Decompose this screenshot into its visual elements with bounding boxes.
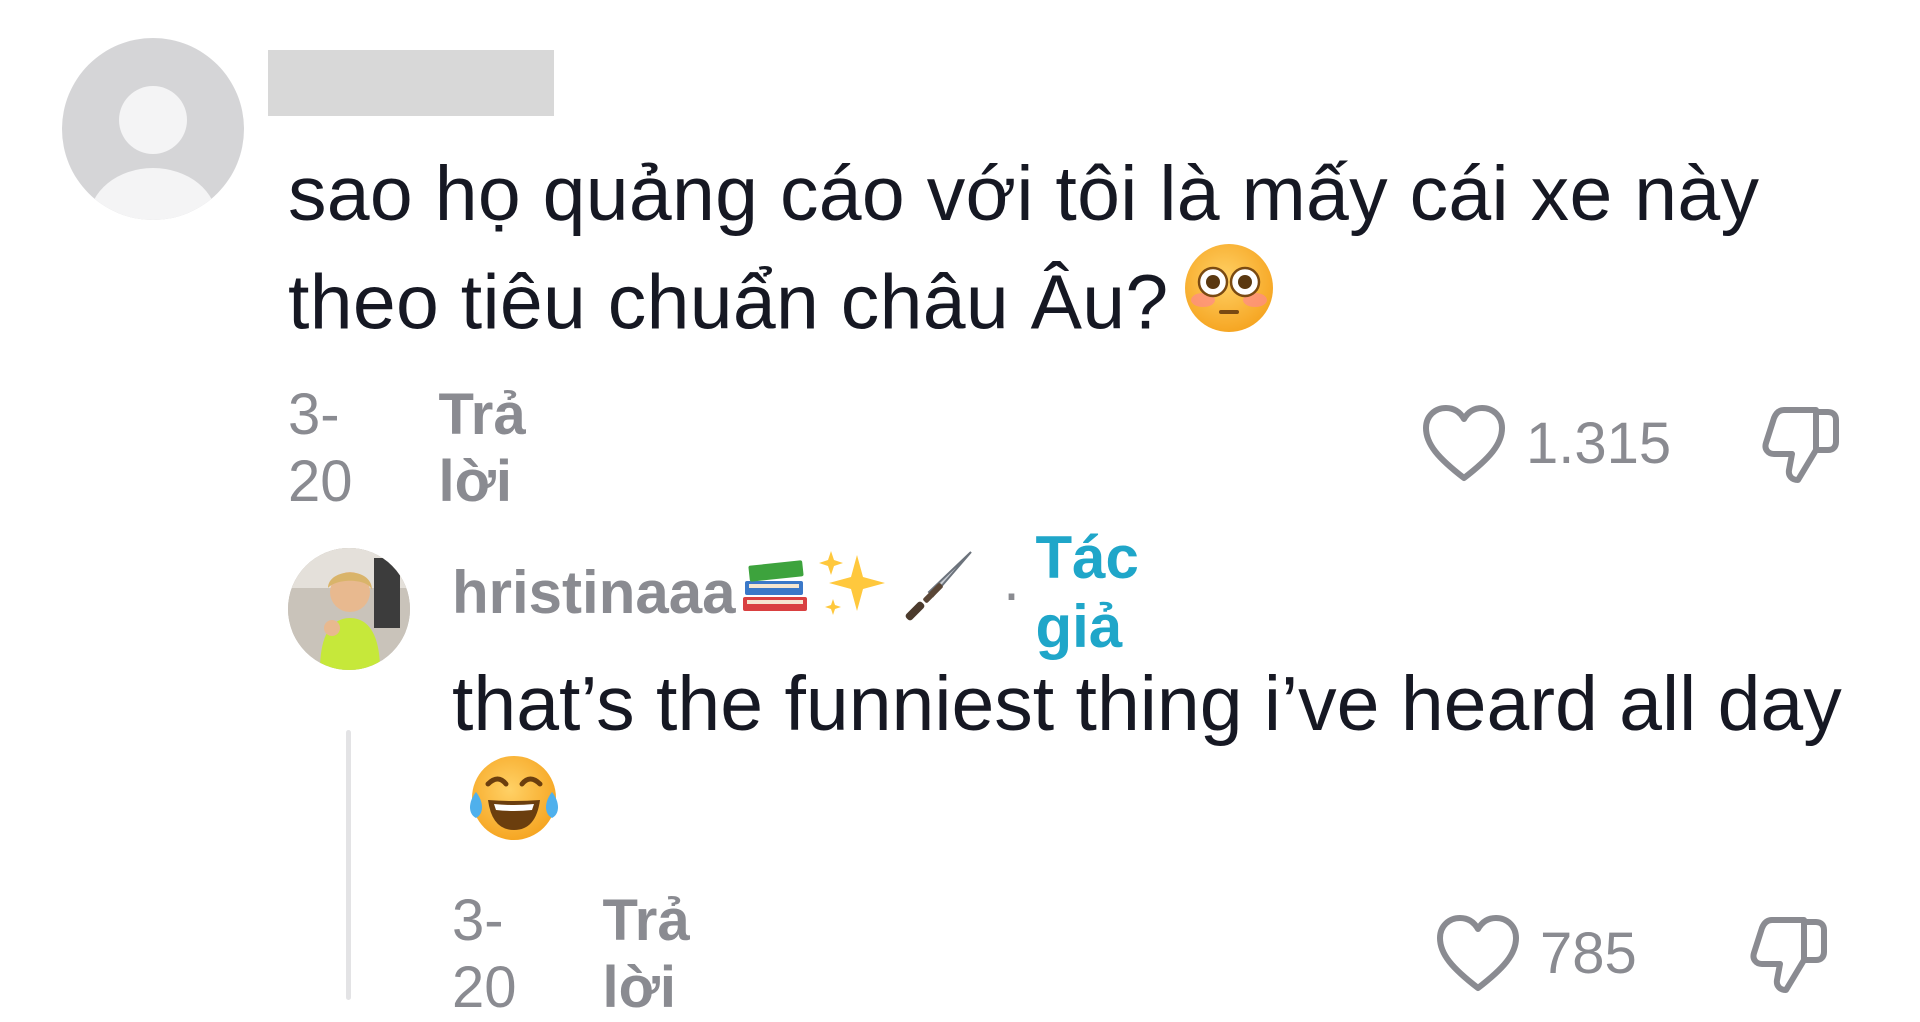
reply-like-button[interactable]: 785: [1434, 908, 1637, 998]
user-avatar[interactable]: [288, 548, 410, 670]
avatar-photo-icon: [288, 548, 410, 670]
comment-text: sao họ quảng cáo với tôi là mấy cái xe n…: [288, 151, 1760, 346]
flushed-face-emoji-icon: [1183, 242, 1275, 362]
reply-text: that’s the funniest thing i’ve heard all…: [452, 661, 1842, 747]
dagger-emoji-icon: [901, 546, 979, 638]
heart-icon: [1437, 915, 1519, 991]
tears-of-joy-emoji-icon: [466, 752, 562, 872]
thread-line: [346, 730, 351, 1000]
reply-header: hristinaaa · Tác giả: [452, 524, 1139, 660]
reply-button[interactable]: Trả lời: [603, 887, 690, 1021]
reply-dislike-button[interactable]: [1744, 910, 1832, 1003]
separator-dot: ·: [1001, 558, 1022, 626]
sparkles-emoji-icon: [817, 547, 893, 637]
heart-icon: [1423, 405, 1505, 481]
comment-text-block: sao họ quảng cáo với tôi là mấy cái xe n…: [288, 140, 1848, 368]
like-button[interactable]: 1.315: [1420, 398, 1671, 488]
reply-username[interactable]: hristinaaa: [452, 558, 735, 627]
dislike-button[interactable]: [1756, 400, 1844, 493]
reply-meta: 3-20 Trả lời: [452, 888, 690, 1020]
default-avatar[interactable]: [62, 38, 244, 220]
books-emoji-icon: [739, 553, 811, 631]
author-badge: Tác giả: [1035, 524, 1139, 660]
reply-like-count: 785: [1540, 920, 1637, 986]
comment-date: 3-20: [288, 382, 353, 514]
reply-date: 3-20: [452, 888, 517, 1020]
like-count: 1.315: [1526, 410, 1672, 476]
comment-meta: 3-20 Trả lời: [288, 382, 526, 514]
thumbs-down-icon: [1762, 407, 1839, 483]
reply-button[interactable]: Trả lời: [439, 381, 526, 515]
thumbs-down-icon: [1750, 917, 1827, 993]
reply-text-block: that’s the funniest thing i’ve heard all…: [452, 650, 1852, 878]
redacted-username: [268, 50, 554, 116]
user-silhouette-icon: [89, 86, 217, 220]
